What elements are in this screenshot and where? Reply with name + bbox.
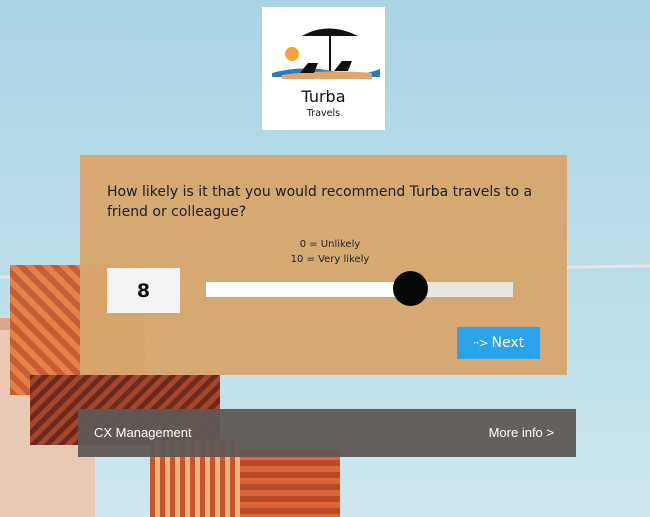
turba-travels-logo: Turba Travels (262, 7, 385, 130)
logo-tagline: Travels (306, 108, 341, 119)
scale-high-label: 10 = Very likely (290, 254, 370, 265)
scale-legend: 0 = Unlikely 10 = Very likely (270, 237, 390, 267)
survey-card: How likely is it that you would recommen… (80, 155, 567, 375)
scale-low-label: 0 = Unlikely (299, 239, 361, 250)
rating-slider-track[interactable] (206, 282, 513, 297)
footer-brand: CX Management (94, 425, 192, 440)
next-button-label: Next (491, 335, 525, 351)
next-button[interactable]: ··> Next (457, 327, 540, 359)
score-display: 8 (107, 268, 180, 313)
logo-title: Turba (301, 87, 346, 106)
footer-bar: CX Management More info > (78, 409, 576, 457)
arrow-right-icon: ··> (472, 336, 489, 350)
hanging-rug (240, 450, 340, 517)
rating-slider-thumb[interactable] (393, 271, 428, 306)
beach-umbrella-loungers-icon (272, 28, 380, 79)
rating-slider-fill (206, 282, 410, 297)
more-info-link[interactable]: More info > (489, 425, 554, 440)
survey-question: How likely is it that you would recommen… (107, 184, 533, 220)
